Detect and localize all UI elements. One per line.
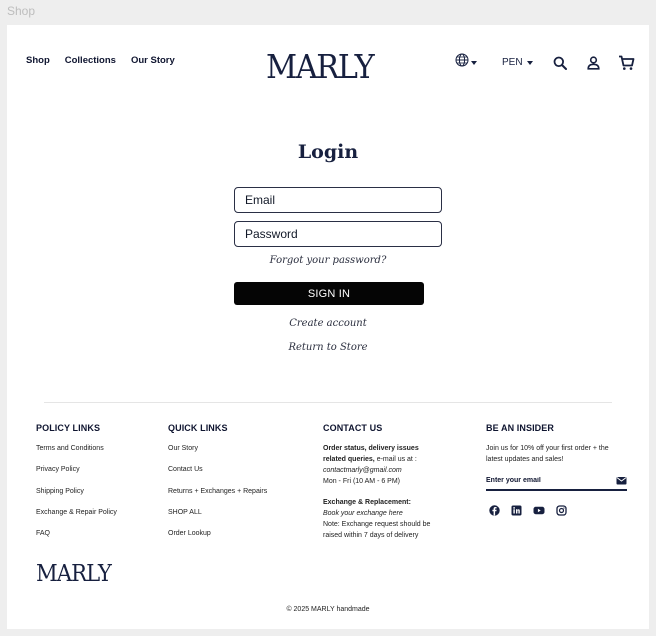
contact-status-bold: related queries, bbox=[323, 456, 375, 463]
policy-links-heading: POLICY LINKS bbox=[36, 423, 101, 433]
sign-in-button[interactable]: SIGN IN bbox=[234, 282, 424, 305]
nav-our-story[interactable]: Our Story bbox=[131, 55, 175, 66]
mail-icon[interactable] bbox=[616, 476, 627, 485]
contact-email-link[interactable]: contactmarly@gmail.com bbox=[323, 465, 458, 476]
policy-links-column: POLICY LINKS Terms and Conditions Privac… bbox=[36, 423, 117, 549]
book-exchange-link[interactable]: Book your exchange here bbox=[323, 508, 458, 519]
newsletter-form bbox=[486, 476, 627, 491]
facebook-icon[interactable] bbox=[489, 505, 500, 516]
search-icon[interactable] bbox=[553, 56, 567, 70]
contact-column: CONTACT US Order status, delivery issues… bbox=[323, 423, 458, 541]
contact-status-text: Order status, delivery issues bbox=[323, 445, 419, 452]
quick-link[interactable]: Contact Us bbox=[168, 464, 267, 485]
contact-heading: CONTACT US bbox=[323, 423, 383, 433]
quick-link[interactable]: Order Lookup bbox=[168, 528, 267, 549]
nav-collections[interactable]: Collections bbox=[65, 55, 116, 66]
page: Shop Collections Our Story MARLY PEN Log… bbox=[7, 25, 649, 629]
insider-heading: BE AN INSIDER bbox=[486, 423, 554, 433]
policy-link[interactable]: Privacy Policy bbox=[36, 464, 117, 485]
copyright: © 2025 MARLY handmade bbox=[286, 606, 370, 613]
insider-column: BE AN INSIDER Join us for 10% off your f… bbox=[486, 423, 627, 516]
nav-shop[interactable]: Shop bbox=[26, 55, 50, 66]
policy-link[interactable]: Terms and Conditions bbox=[36, 443, 117, 464]
language-selector[interactable] bbox=[455, 53, 477, 72]
social-links bbox=[489, 505, 627, 516]
footer-divider bbox=[44, 402, 612, 403]
quick-link[interactable]: Returns + Exchanges + Repairs bbox=[168, 486, 267, 507]
user-icon[interactable] bbox=[586, 55, 600, 70]
quick-link[interactable]: Our Story bbox=[168, 443, 267, 464]
contact-status-rest: e-mail us at : bbox=[374, 456, 417, 463]
exchange-note: Note: Exchange request should be bbox=[323, 521, 431, 528]
create-account-link[interactable]: Create account bbox=[7, 318, 649, 329]
brand-logo[interactable]: MARLY bbox=[266, 47, 375, 86]
quick-links-column: QUICK LINKS Our Story Contact Us Returns… bbox=[168, 423, 267, 549]
forgot-password-link[interactable]: Forgot your password? bbox=[7, 255, 649, 266]
youtube-icon[interactable] bbox=[533, 505, 545, 516]
header-actions: PEN bbox=[455, 53, 635, 72]
currency-label: PEN bbox=[502, 57, 523, 68]
quick-links-heading: QUICK LINKS bbox=[168, 423, 228, 433]
cart-icon[interactable] bbox=[618, 55, 635, 71]
quick-link[interactable]: SHOP ALL bbox=[168, 507, 267, 528]
globe-icon bbox=[455, 53, 469, 72]
exchange-heading: Exchange & Replacement: bbox=[323, 499, 411, 506]
chevron-down-icon bbox=[471, 60, 477, 65]
currency-selector[interactable]: PEN bbox=[502, 57, 533, 68]
main-nav: Shop Collections Our Story bbox=[26, 55, 175, 66]
footer-logo[interactable]: MARLY bbox=[36, 561, 112, 587]
window-title: Shop bbox=[7, 4, 36, 18]
policy-link[interactable]: Exchange & Repair Policy bbox=[36, 507, 117, 528]
instagram-icon[interactable] bbox=[556, 505, 567, 516]
linkedin-icon[interactable] bbox=[511, 505, 522, 516]
policy-link[interactable]: FAQ bbox=[36, 528, 117, 549]
page-title: Login bbox=[297, 141, 359, 163]
return-to-store-link[interactable]: Return to Store bbox=[7, 342, 649, 353]
insider-text: Join us for 10% off your first order + t… bbox=[486, 445, 609, 463]
email-field[interactable] bbox=[234, 187, 442, 213]
exchange-note-2: raised within 7 days of delivery bbox=[323, 532, 419, 539]
contact-status-text-2: related queries, e-mail us at : bbox=[323, 454, 458, 465]
chevron-down-icon bbox=[526, 60, 533, 65]
policy-link[interactable]: Shipping Policy bbox=[36, 486, 117, 507]
newsletter-email-input[interactable] bbox=[486, 477, 596, 484]
contact-hours: Mon - Fri (10 AM - 6 PM) bbox=[323, 478, 401, 485]
password-field[interactable] bbox=[234, 221, 442, 247]
